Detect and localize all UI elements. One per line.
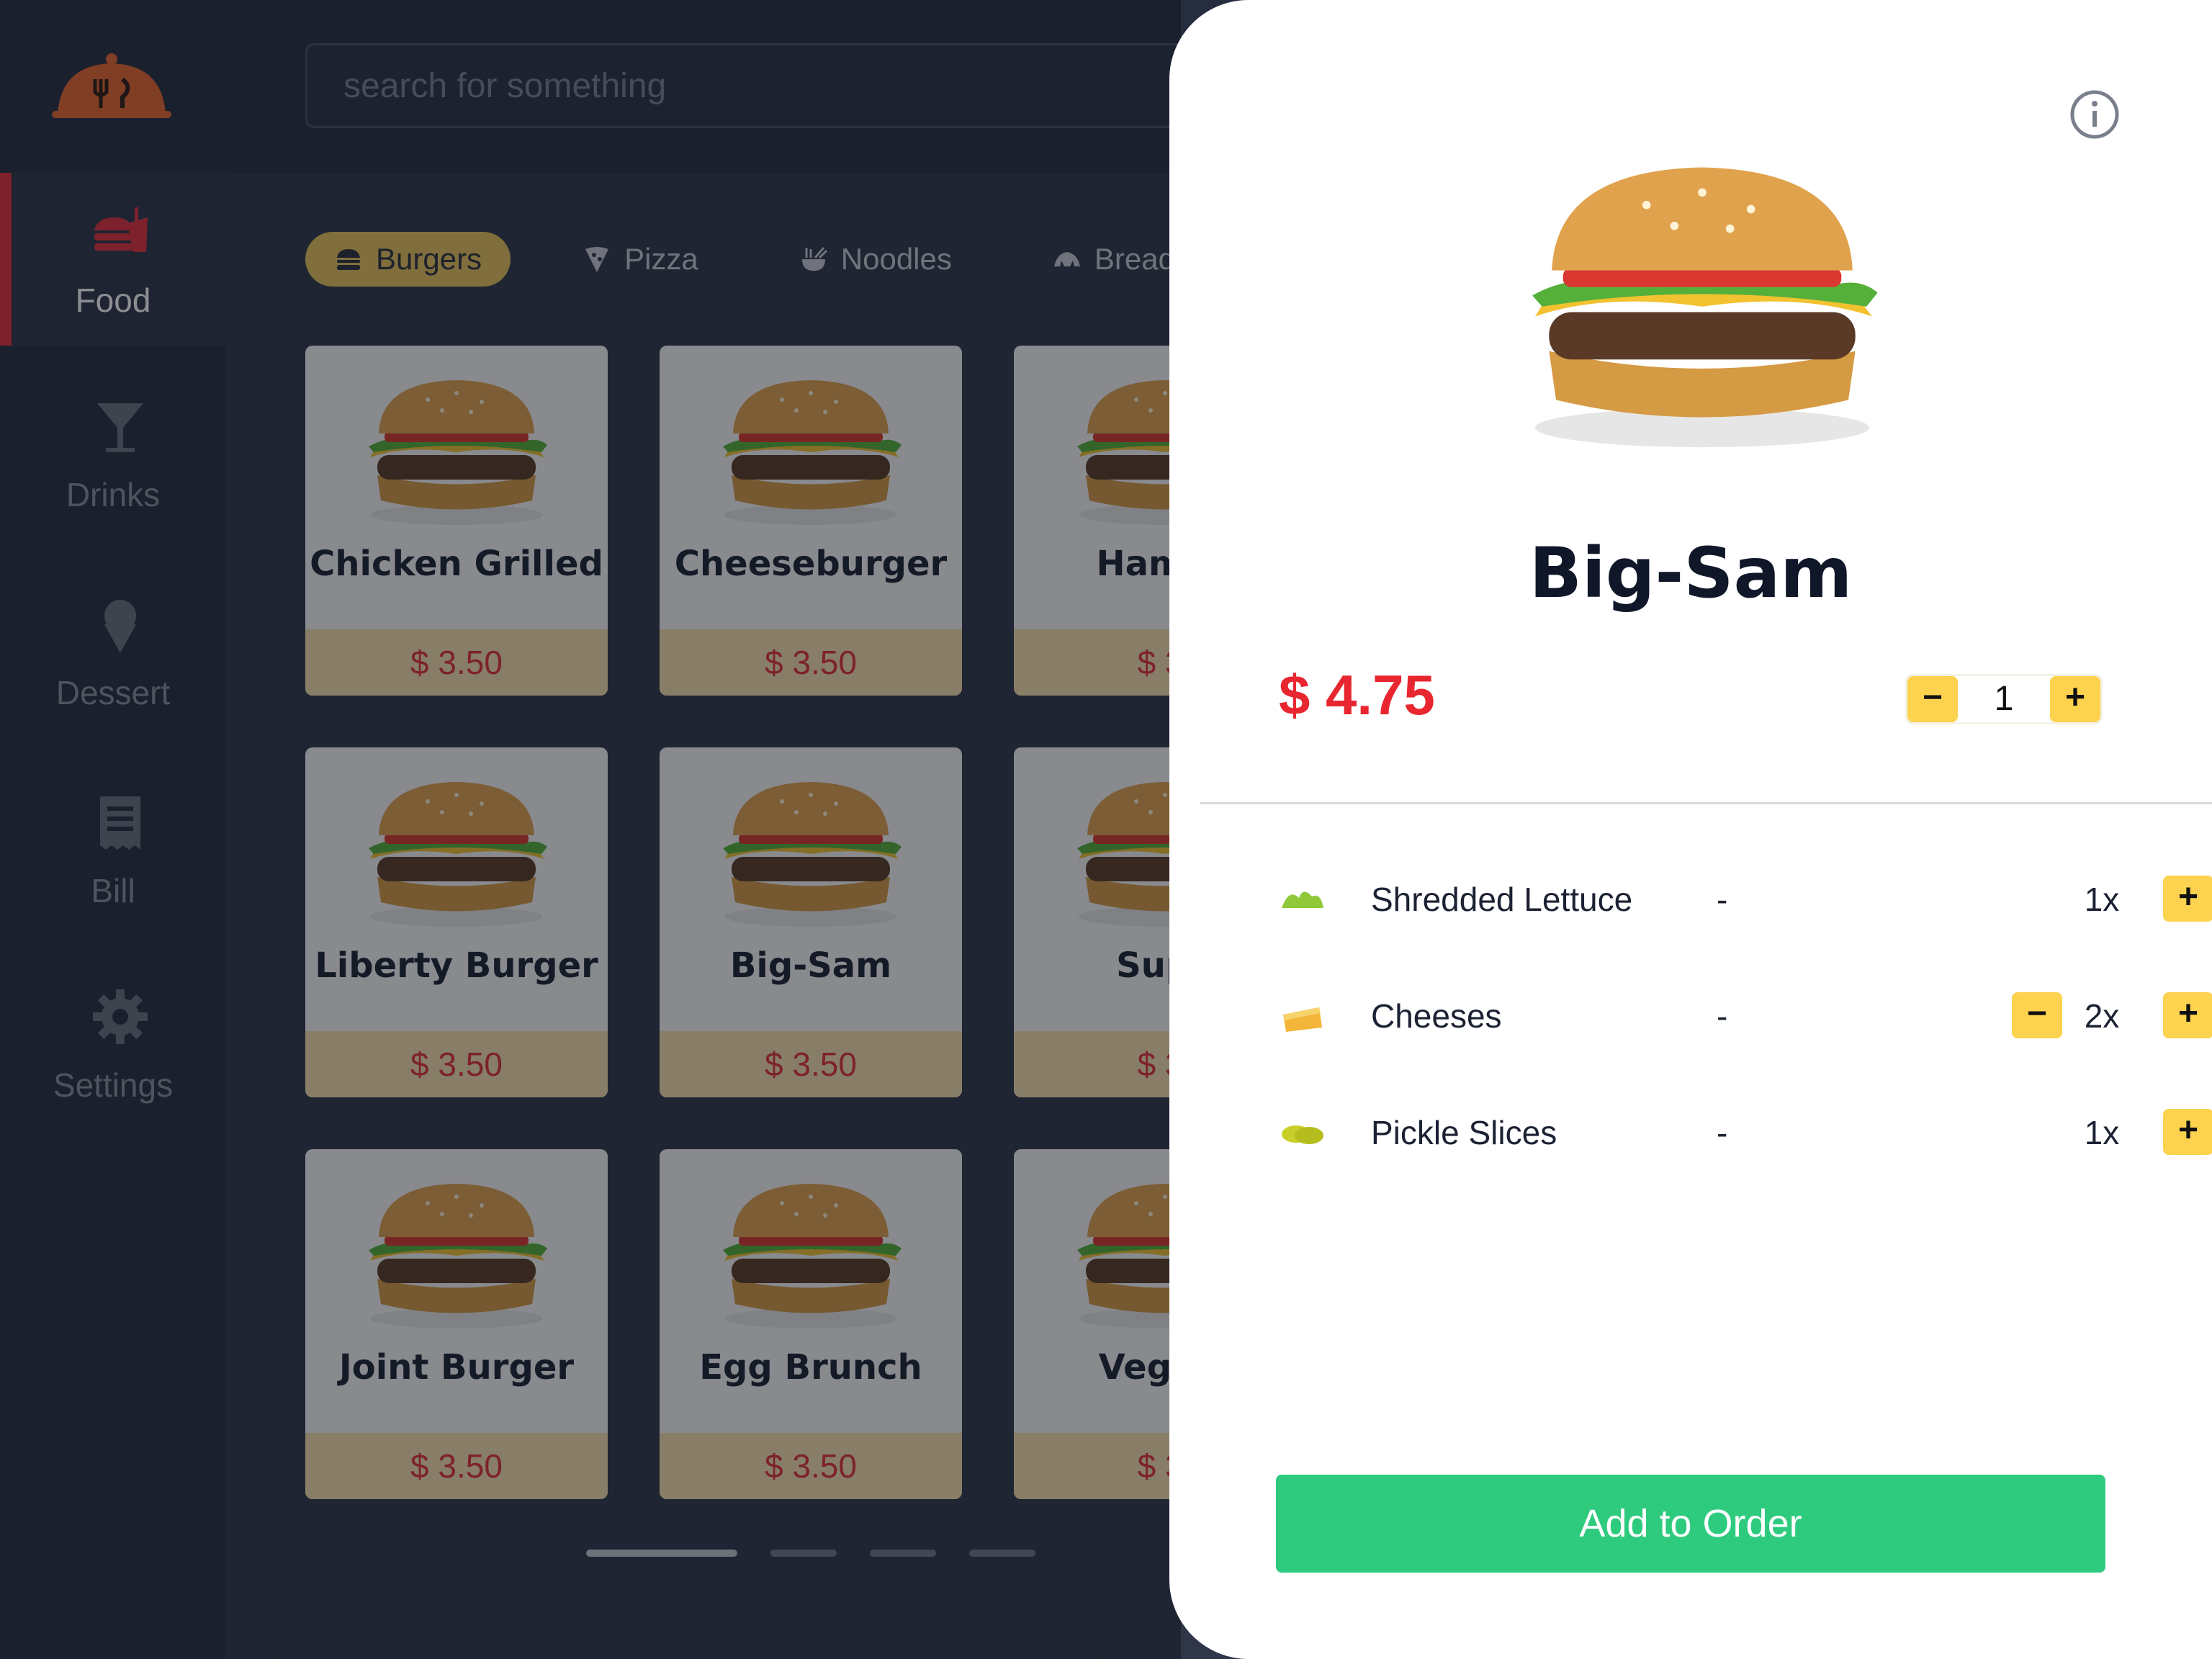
- ingredient-name: Shredded Lettuce: [1371, 881, 1633, 918]
- product-image: [1532, 167, 1878, 448]
- add-ingredient-button[interactable]: +: [2163, 992, 2212, 1038]
- ingredient-count: 1x: [2084, 1114, 2120, 1151]
- ingredient-name: Cheeses: [1371, 997, 1502, 1035]
- ingredient-count: 1x: [2084, 881, 2120, 918]
- pickle-icon: [1282, 1125, 1323, 1144]
- lettuce-icon: [1282, 891, 1323, 908]
- decrease-quantity-button[interactable]: −: [1907, 676, 1958, 722]
- ingredient-row-cheeses: Cheeses - − 2x +: [1277, 992, 2212, 1043]
- app-window: Food Drinks Dessert Bill Settings search…: [0, 0, 2212, 1659]
- modal-backdrop[interactable]: [0, 0, 1181, 1659]
- info-icon[interactable]: [2069, 89, 2120, 140]
- ingredient-count: 2x: [2084, 997, 2120, 1035]
- product-price: $ 4.75: [1279, 663, 1435, 727]
- ingredient-separator: -: [1717, 881, 1728, 918]
- cheese-icon: [1283, 1007, 1322, 1032]
- increase-quantity-button[interactable]: +: [2050, 676, 2100, 722]
- add-to-order-button[interactable]: Add to Order: [1276, 1475, 2105, 1573]
- divider: [1200, 802, 2212, 804]
- add-ingredient-button[interactable]: +: [2163, 876, 2212, 922]
- quantity-value: 1: [1994, 680, 2014, 718]
- ingredient-row-lettuce: Shredded Lettuce - 1x +: [1277, 876, 2212, 926]
- ingredient-row-pickles: Pickle Slices - 1x +: [1277, 1109, 2212, 1159]
- ingredient-separator: -: [1717, 1114, 1728, 1151]
- ingredient-separator: -: [1717, 997, 1728, 1035]
- ingredient-name: Pickle Slices: [1371, 1114, 1557, 1151]
- product-title: Big-Sam: [1529, 533, 1853, 613]
- quantity-stepper: − 1 +: [1905, 674, 2103, 724]
- product-detail-panel: Big-Sam $ 4.75 − 1 + Shredded Lettuce - …: [1169, 0, 2212, 1659]
- add-ingredient-button[interactable]: +: [2163, 1109, 2212, 1155]
